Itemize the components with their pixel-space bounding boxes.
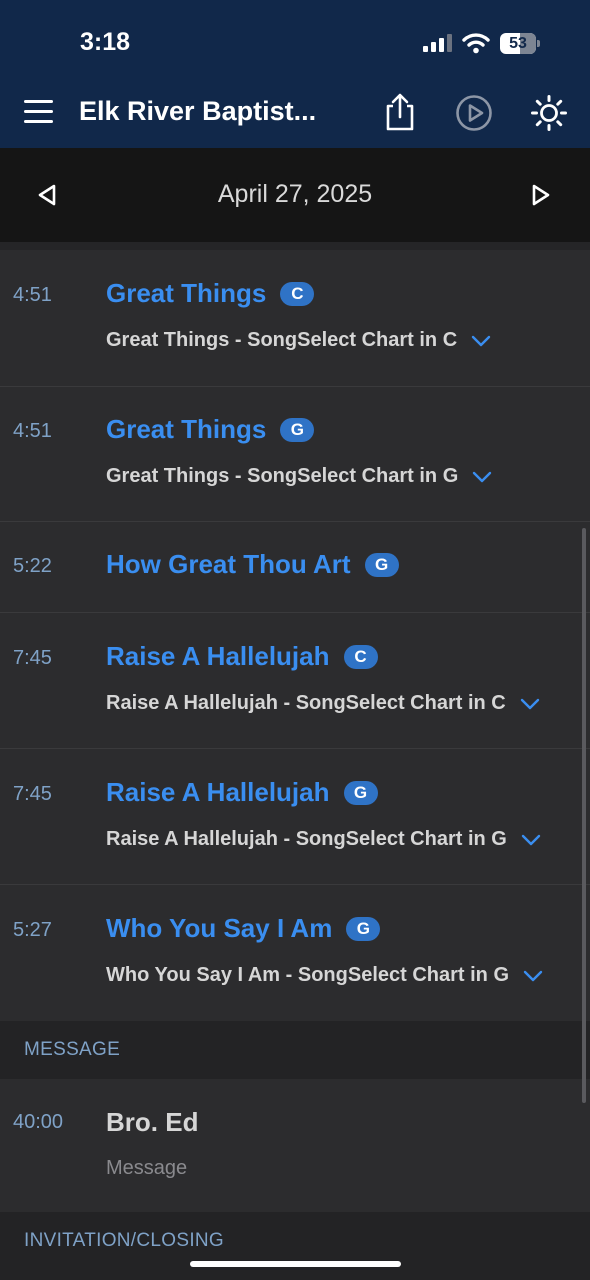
brightness-icon[interactable] [530,94,568,132]
item-description: Message [106,1157,188,1179]
key-badge: G [280,417,315,442]
wifi-icon [462,33,490,54]
attachment-name[interactable]: Raise A Hallelujah - SongSelect Chart in… [106,828,507,851]
chevron-down-icon[interactable] [521,834,541,846]
share-icon[interactable] [382,92,418,132]
divider [0,242,590,250]
plan-item[interactable]: 4:51 Great Things C Great Things - SongS… [0,250,590,387]
chevron-down-icon[interactable] [471,335,491,347]
song-title[interactable]: How Great Thou Art [106,549,351,580]
scrollbar[interactable] [582,528,586,1103]
key-badge: G [346,916,381,941]
section-label: MESSAGE [24,1039,121,1060]
song-title[interactable]: Raise A Hallelujah [106,777,330,808]
attachment-name[interactable]: Who You Say I Am - SongSelect Chart in G [106,964,509,987]
song-title[interactable]: Who You Say I Am [106,913,332,944]
plan-item[interactable]: 4:51 Great Things G Great Things - SongS… [0,387,590,522]
next-date-icon[interactable] [530,183,552,207]
key-badge: C [343,644,378,669]
chevron-down-icon[interactable] [520,698,540,710]
attachment-name[interactable]: Great Things - SongSelect Chart in G [106,465,458,488]
plan-item[interactable]: 7:45 Raise A Hallelujah G Raise A Hallel… [0,749,590,885]
cellular-signal-icon [423,34,453,52]
status-time: 3:18 [80,28,131,56]
plan-item[interactable]: 5:27 Who You Say I Am G Who You Say I Am… [0,885,590,1021]
current-date[interactable]: April 27, 2025 [0,180,590,209]
menu-button[interactable] [24,98,54,126]
section-header-invitation: INVITATION/CLOSING [0,1212,590,1280]
attachment-name[interactable]: Raise A Hallelujah - SongSelect Chart in… [106,692,506,715]
key-badge: C [280,281,315,306]
item-length: 4:51 [13,284,52,306]
battery-level: 53 [509,35,527,52]
song-title[interactable]: Raise A Hallelujah [106,641,330,672]
item-length: 7:45 [13,783,52,805]
section-header-message: MESSAGE [0,1021,590,1079]
app-title: Elk River Baptist... [79,96,317,126]
home-indicator[interactable] [190,1261,401,1267]
item-length: 40:00 [13,1111,64,1133]
chevron-down-icon[interactable] [472,471,492,483]
attachment-name[interactable]: Great Things - SongSelect Chart in C [106,329,457,352]
item-title[interactable]: Bro. Ed [106,1107,198,1138]
plan-item[interactable]: 5:22 How Great Thou Art G [0,522,590,613]
chevron-down-icon[interactable] [523,970,543,982]
song-title[interactable]: Great Things [106,278,266,309]
key-badge: G [364,552,399,577]
play-icon[interactable] [455,94,493,132]
section-label: INVITATION/CLOSING [24,1230,224,1251]
key-badge: G [343,780,378,805]
item-length: 5:22 [13,555,52,577]
battery-icon: 53 [500,33,540,54]
item-length: 7:45 [13,647,52,669]
top-bar: 3:18 53 Elk River Baptist... [0,0,590,148]
song-title[interactable]: Great Things [106,414,266,445]
item-length: 4:51 [13,420,52,442]
item-length: 5:27 [13,919,52,941]
plan-item[interactable]: 40:00 Bro. Ed Message [0,1079,590,1212]
plan-item[interactable]: 7:45 Raise A Hallelujah C Raise A Hallel… [0,613,590,749]
